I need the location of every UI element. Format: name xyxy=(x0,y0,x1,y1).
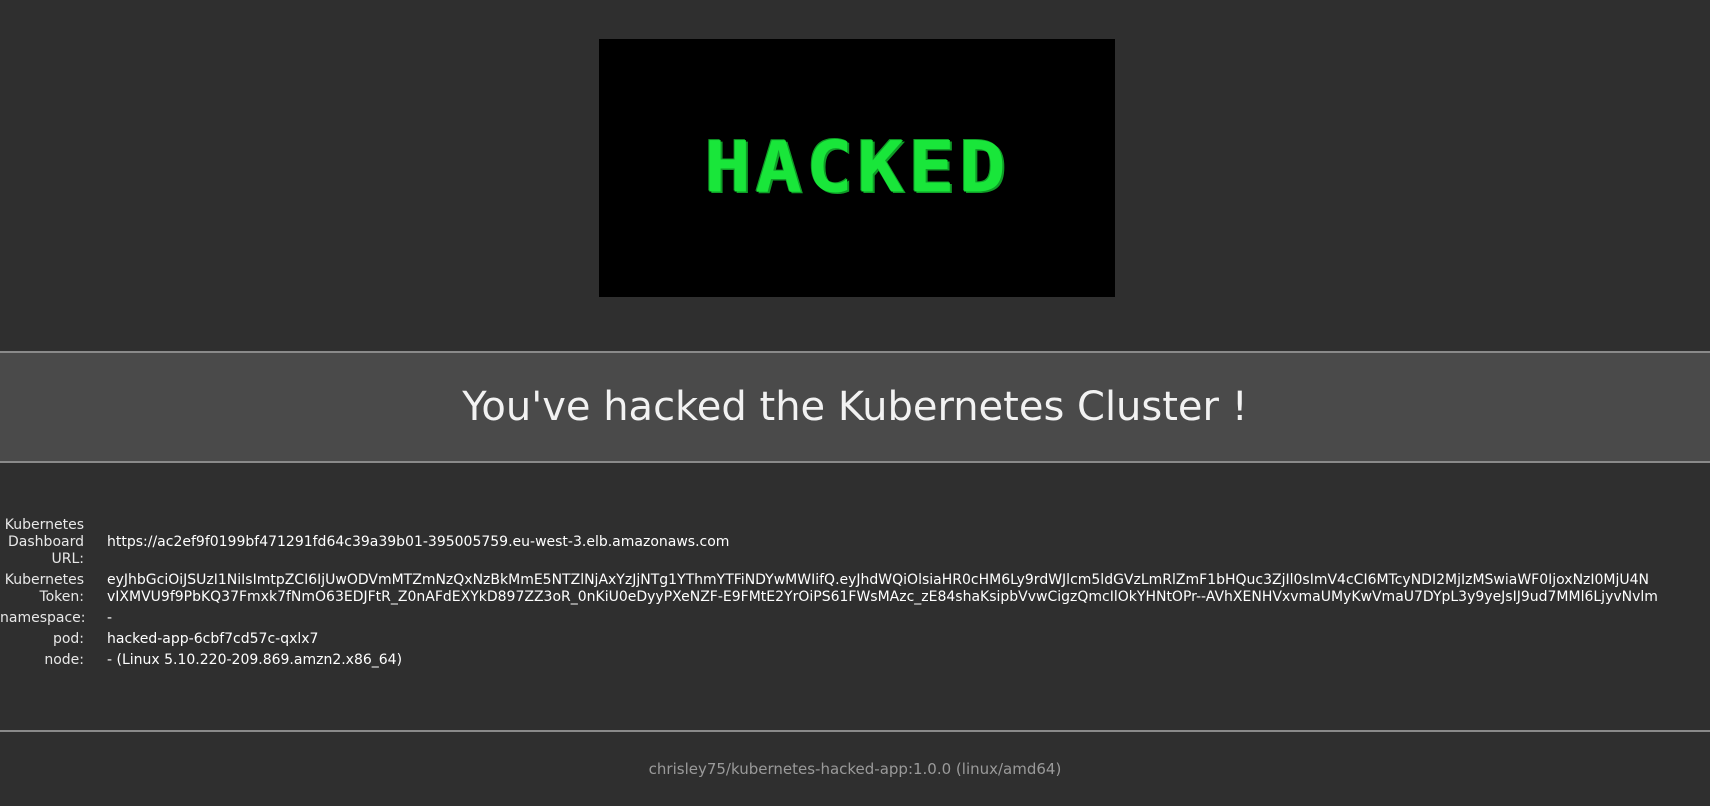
dashboard-url: https://ac2ef9f0199bf471291fd64c39a39b01… xyxy=(107,534,730,550)
page-title: You've hacked the Kubernetes Cluster ! xyxy=(462,384,1248,430)
cluster-info: Kubernetes Dashboard URL: https://ac2ef9… xyxy=(0,517,1710,673)
title-banner: You've hacked the Kubernetes Cluster ! xyxy=(0,351,1710,463)
dashboard-row: Kubernetes Dashboard URL: https://ac2ef9… xyxy=(0,517,1710,568)
hacked-logo-text: HACKED xyxy=(704,127,1010,209)
node-label: node: xyxy=(44,652,84,668)
node-value: - (Linux 5.10.220-209.869.amzn2.x86_64) xyxy=(107,652,403,668)
footer-divider xyxy=(0,730,1710,732)
token-line-2: vIXMVU9f9PbKQ37Fmxk7fNmO63EDJFtR_Z0nAFdE… xyxy=(107,589,1658,605)
dashboard-label: Kubernetes Dashboard URL: xyxy=(4,517,84,567)
token-row: Kubernetes Token: eyJhbGciOiJSUzI1NiIsIm… xyxy=(0,572,1710,606)
pod-row: pod: hacked-app-6cbf7cd57c-qxlx7 xyxy=(0,631,1710,648)
footer-image-tag: chrisley75/kubernetes-hacked-app:1.0.0 (… xyxy=(648,760,1062,778)
namespace-row: namespace: - xyxy=(0,610,1710,627)
token-line-1: eyJhbGciOiJSUzI1NiIsImtpZCI6IjUwODVmMTZm… xyxy=(107,572,1650,588)
token-label: Kubernetes Token: xyxy=(4,572,84,605)
hacked-logo-image: HACKED xyxy=(599,39,1115,297)
page: HACKED You've hacked the Kubernetes Clus… xyxy=(0,0,1710,806)
namespace-label: namespace: xyxy=(0,610,86,626)
pod-label: pod: xyxy=(52,631,84,647)
namespace-value: - xyxy=(107,610,113,626)
node-row: node: - (Linux 5.10.220-209.869.amzn2.x8… xyxy=(0,652,1710,669)
token-value: eyJhbGciOiJSUzI1NiIsImtpZCI6IjUwODVmMTZm… xyxy=(107,572,1658,606)
pod-value: hacked-app-6cbf7cd57c-qxlx7 xyxy=(107,631,319,647)
